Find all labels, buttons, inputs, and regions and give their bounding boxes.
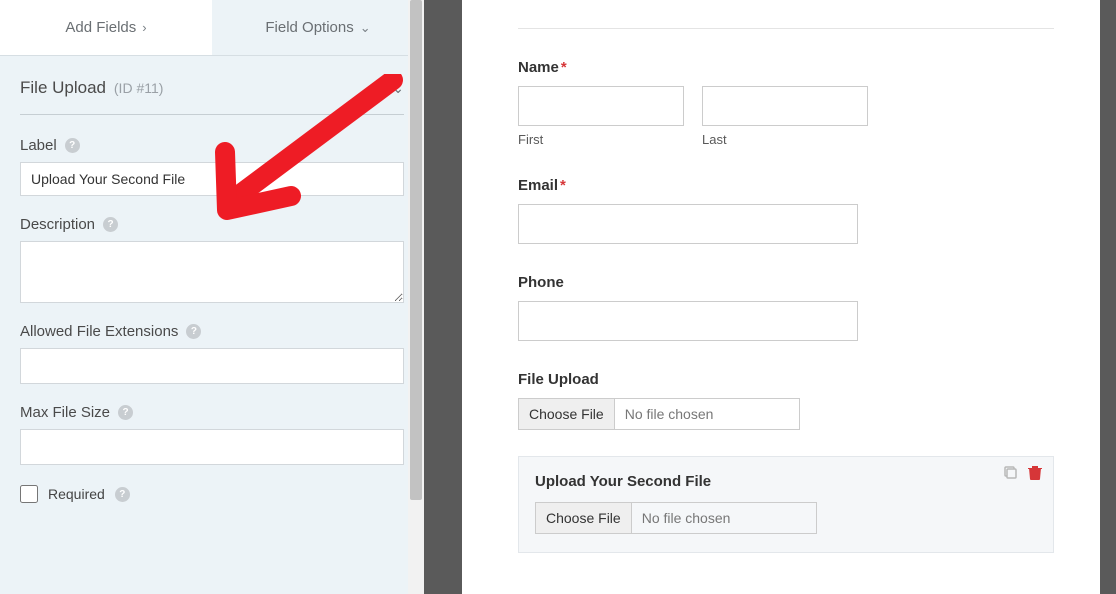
- phone-field-preview[interactable]: Phone: [518, 274, 1054, 341]
- email-label: Email: [518, 177, 558, 194]
- scrollbar[interactable]: [408, 0, 424, 594]
- file-upload-1-preview[interactable]: File Upload Choose File No file chosen: [518, 371, 1054, 430]
- required-star: *: [561, 59, 567, 76]
- required-star: *: [560, 177, 566, 194]
- no-file-text: No file chosen: [632, 510, 741, 526]
- description-field-label: Description: [20, 216, 95, 233]
- help-icon[interactable]: ?: [65, 138, 80, 153]
- form-preview: Name* First Last Email* Phone: [462, 0, 1100, 594]
- sidebar-tabs: Add Fields › Field Options ⌄: [0, 0, 424, 56]
- tab-add-fields-label: Add Fields: [65, 19, 136, 36]
- field-options-panel: File Upload (ID #11) ⌄ Label ? Descripti…: [0, 56, 424, 594]
- max-size-input[interactable]: [20, 429, 404, 465]
- choose-file-button[interactable]: Choose File: [519, 399, 615, 429]
- phone-input[interactable]: [518, 301, 858, 341]
- file2-label: Upload Your Second File: [535, 473, 1037, 490]
- tab-add-fields[interactable]: Add Fields ›: [0, 0, 212, 55]
- field-header[interactable]: File Upload (ID #11) ⌄: [20, 78, 404, 115]
- label-field-label: Label: [20, 137, 57, 154]
- choose-file-button[interactable]: Choose File: [536, 503, 632, 533]
- help-icon[interactable]: ?: [118, 405, 133, 420]
- help-icon[interactable]: ?: [186, 324, 201, 339]
- help-icon[interactable]: ?: [115, 487, 130, 502]
- field-type-title: File Upload: [20, 78, 106, 97]
- help-icon[interactable]: ?: [103, 217, 118, 232]
- description-input[interactable]: [20, 241, 404, 303]
- last-sublabel: Last: [702, 132, 868, 147]
- name-label: Name: [518, 59, 559, 76]
- file1-label: File Upload: [518, 371, 1054, 388]
- allowed-ext-label: Allowed File Extensions: [20, 323, 178, 340]
- label-input[interactable]: [20, 162, 404, 196]
- tab-field-options[interactable]: Field Options ⌄: [212, 0, 424, 55]
- required-label: Required: [48, 486, 105, 502]
- duplicate-icon[interactable]: [1003, 465, 1019, 481]
- file-upload-2-preview-selected[interactable]: Upload Your Second File Choose File No f…: [518, 456, 1054, 553]
- trash-icon[interactable]: [1027, 465, 1043, 481]
- max-size-label: Max File Size: [20, 404, 110, 421]
- chevron-down-icon[interactable]: ⌄: [392, 80, 404, 97]
- no-file-text: No file chosen: [615, 406, 724, 422]
- email-input[interactable]: [518, 204, 858, 244]
- scrollbar-thumb[interactable]: [410, 0, 422, 500]
- required-checkbox[interactable]: [20, 485, 38, 503]
- field-id: (ID #11): [114, 80, 164, 96]
- last-name-input[interactable]: [702, 86, 868, 126]
- divider: [518, 28, 1054, 29]
- email-field-preview[interactable]: Email*: [518, 177, 1054, 244]
- first-sublabel: First: [518, 132, 684, 147]
- phone-label: Phone: [518, 274, 1054, 291]
- chevron-right-icon: ›: [142, 20, 146, 35]
- first-name-input[interactable]: [518, 86, 684, 126]
- name-field-preview[interactable]: Name* First Last: [518, 59, 1054, 147]
- chevron-down-icon: ⌄: [360, 20, 371, 36]
- tab-field-options-label: Field Options: [265, 19, 353, 36]
- allowed-ext-input[interactable]: [20, 348, 404, 384]
